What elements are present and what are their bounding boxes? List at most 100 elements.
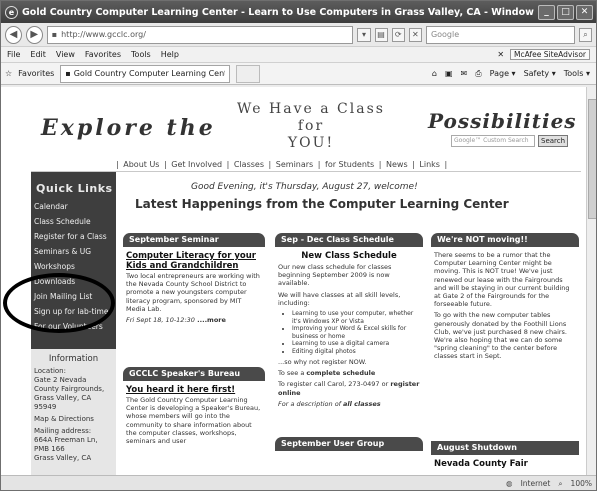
nav-news[interactable]: News bbox=[384, 160, 410, 169]
command-bar: ⌂ ▣ ✉ ⎙ Page ▾ Safety ▾ Tools ▾ bbox=[432, 69, 596, 79]
nav-links[interactable]: Links bbox=[417, 160, 442, 169]
favorites-bar: ☆ Favorites ▪ Gold Country Computer Lear… bbox=[1, 63, 596, 85]
list-item: Learning to use a digital camera bbox=[292, 340, 420, 348]
all-classes-link[interactable]: all classes bbox=[343, 400, 381, 408]
favorites-button[interactable]: Favorites bbox=[18, 69, 54, 78]
window-controls: _ □ ✕ bbox=[538, 4, 596, 20]
zoom-level[interactable]: 100% bbox=[571, 479, 592, 488]
zone-label: Internet bbox=[520, 479, 551, 488]
information-panel: Information Location: Gate 2 Nevada Coun… bbox=[31, 349, 116, 475]
tools-menu[interactable]: Tools ▾ bbox=[564, 69, 590, 78]
nav-get-involved[interactable]: Get Involved bbox=[169, 160, 224, 169]
page-heading: Latest Happenings from the Computer Lear… bbox=[135, 197, 509, 211]
maximize-button[interactable]: □ bbox=[557, 4, 574, 20]
speakers-title-link[interactable]: You heard it here first! bbox=[126, 385, 262, 395]
shutdown-header: August Shutdown bbox=[431, 441, 579, 455]
url-text: http://www.gcclc.org/ bbox=[61, 30, 146, 39]
seminar-date: Fri Sept 18, 10-12:30 bbox=[126, 316, 195, 325]
ie-logo-icon: e bbox=[5, 5, 18, 19]
site-search-button[interactable]: Search bbox=[538, 135, 569, 147]
page-content: Explore the We Have a Class for YOU! Pos… bbox=[1, 87, 596, 475]
sidebar-item-seminars[interactable]: Seminars & UG bbox=[31, 244, 116, 259]
schedule-title: New Class Schedule bbox=[301, 251, 397, 261]
menu-favorites[interactable]: Favorites bbox=[85, 50, 121, 59]
page-icon: ▪ bbox=[51, 30, 58, 39]
page-menu[interactable]: Page ▾ bbox=[490, 69, 516, 78]
seminar-box: September Seminar Computer Literacy for … bbox=[123, 233, 265, 361]
list-item: Editing digital photos bbox=[292, 348, 420, 356]
menu-bar: File Edit View Favorites Tools Help ✕ Mc… bbox=[1, 47, 596, 63]
print-icon[interactable]: ⎙ bbox=[475, 69, 481, 79]
mailing-label: Mailing address: bbox=[34, 427, 92, 435]
forward-button[interactable]: ▶ bbox=[25, 25, 43, 44]
menu-file[interactable]: File bbox=[7, 50, 20, 59]
nav-classes[interactable]: Classes bbox=[232, 160, 266, 169]
search-input[interactable]: Google bbox=[425, 25, 575, 44]
globe-icon: ◍ bbox=[506, 479, 513, 488]
menu-view[interactable]: View bbox=[56, 50, 75, 59]
vertical-scrollbar[interactable] bbox=[586, 87, 596, 475]
seminar-more-link[interactable]: ....more bbox=[195, 316, 226, 324]
class-list: Learning to use your computer, whether i… bbox=[278, 310, 420, 355]
browser-tab[interactable]: ▪ Gold Country Computer Learning Center … bbox=[60, 64, 231, 83]
banner-right-text: Possibilities bbox=[428, 109, 577, 133]
scrollbar-thumb[interactable] bbox=[588, 99, 596, 219]
window-title: Gold Country Computer Learning Center - … bbox=[22, 6, 534, 18]
sidebar-item-workshops[interactable]: Workshops bbox=[31, 259, 116, 274]
sidebar-item-register[interactable]: Register for a Class bbox=[31, 229, 116, 244]
greeting-text: Good Evening, it's Thursday, August 27, … bbox=[191, 182, 418, 192]
mail-icon[interactable]: ✉ bbox=[461, 69, 468, 78]
zoom-icon[interactable]: ⌕ bbox=[558, 479, 562, 489]
tab-title: Gold Country Computer Learning Center - … bbox=[73, 69, 226, 78]
menu-tools[interactable]: Tools bbox=[131, 50, 151, 59]
county-fair-link[interactable]: Nevada County Fair bbox=[434, 459, 576, 469]
user-group-header: September User Group bbox=[275, 437, 423, 451]
feeds-icon[interactable]: ▣ bbox=[445, 69, 453, 78]
seminar-title-link[interactable]: Computer Literacy for your Kids and Gran… bbox=[126, 251, 262, 271]
nav-seminars[interactable]: Seminars bbox=[274, 160, 315, 169]
close-button[interactable]: ✕ bbox=[576, 4, 593, 20]
site-nav: | About Us | Get Involved | Classes | Se… bbox=[116, 160, 448, 169]
mcafee-button[interactable]: McAfee SiteAdvisor bbox=[510, 49, 590, 60]
information-title: Information bbox=[48, 354, 99, 364]
sidebar-item-class-schedule[interactable]: Class Schedule bbox=[31, 214, 116, 229]
title-bar: e Gold Country Computer Learning Center … bbox=[1, 1, 596, 23]
not-moving-box: We're NOT moving!! There seems to be a r… bbox=[431, 233, 579, 447]
menu-edit[interactable]: Edit bbox=[30, 50, 46, 59]
menubar-right: ✕ McAfee SiteAdvisor bbox=[497, 49, 596, 60]
quick-links-title: Quick Links bbox=[36, 182, 113, 195]
close-icon[interactable]: ✕ bbox=[497, 50, 504, 59]
map-link[interactable]: Map & Directions bbox=[31, 412, 116, 424]
site-search: Google™ Custom Search Search bbox=[451, 135, 569, 147]
schedule-header: Sep - Dec Class Schedule bbox=[275, 233, 423, 247]
speakers-header: GCCLC Speaker's Bureau bbox=[123, 367, 265, 381]
home-icon[interactable]: ⌂ bbox=[432, 69, 437, 78]
url-field[interactable]: ▪ http://www.gcclc.org/ bbox=[46, 25, 354, 44]
refresh-button[interactable]: ⟳ bbox=[391, 27, 405, 42]
schedule-box: Sep - Dec Class Schedule New Class Sched… bbox=[275, 233, 423, 423]
august-shutdown-box: August Shutdown Nevada County Fair bbox=[431, 441, 579, 475]
back-button[interactable]: ◀ bbox=[5, 25, 22, 44]
schedule-link[interactable]: complete schedule bbox=[306, 369, 375, 377]
stop-button[interactable]: ✕ bbox=[408, 27, 422, 42]
sidebar-item-calendar[interactable]: Calendar bbox=[31, 199, 116, 214]
user-group-box: September User Group bbox=[275, 437, 423, 475]
nav-students[interactable]: for Students bbox=[323, 160, 376, 169]
banner-center: We Have a Class for YOU! bbox=[237, 101, 385, 151]
address-bar: ◀ ▶ ▪ http://www.gcclc.org/ ▾ ▤ ⟳ ✕ Goog… bbox=[1, 23, 596, 47]
banner-left-text: Explore the bbox=[41, 115, 216, 141]
tab-favicon-icon: ▪ bbox=[65, 69, 71, 78]
new-tab-button[interactable] bbox=[236, 64, 261, 83]
dropdown-icon[interactable]: ▾ bbox=[357, 27, 371, 42]
safety-menu[interactable]: Safety ▾ bbox=[524, 69, 556, 78]
status-bar: ◍ Internet ⌕ 100% bbox=[1, 475, 596, 490]
nav-about[interactable]: About Us bbox=[121, 160, 161, 169]
minimize-button[interactable]: _ bbox=[538, 4, 555, 20]
menu-help[interactable]: Help bbox=[161, 50, 179, 59]
site-search-input[interactable]: Google™ Custom Search bbox=[451, 135, 535, 147]
browser-window: e Gold Country Computer Learning Center … bbox=[0, 0, 597, 491]
compatibility-icon[interactable]: ▤ bbox=[374, 27, 388, 42]
search-icon[interactable]: ⌕ bbox=[578, 27, 592, 42]
location-label: Location: bbox=[34, 367, 66, 375]
status-right: ◍ Internet ⌕ 100% bbox=[506, 479, 596, 489]
